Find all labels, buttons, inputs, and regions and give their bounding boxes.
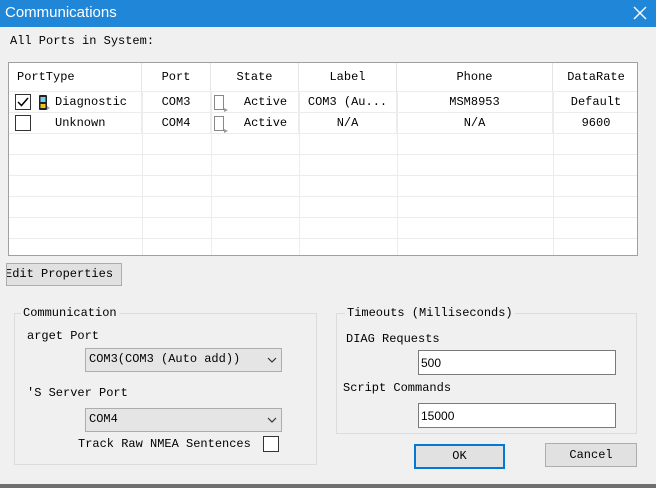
track-nmea-checkbox[interactable] [263,436,279,452]
cell-datarate: 9600 [581,116,611,130]
server-port-value: COM4 [89,412,118,426]
empty-row [9,154,637,175]
col-port-header[interactable]: Port [142,63,211,91]
target-port-value: COM3(COM3 (Auto add)) [89,352,241,366]
server-port-label: 'S Server Port [27,386,128,400]
table-row[interactable]: Unknown COM4 Active N/A N/A 9600 [9,112,637,134]
cell-datarate: Default [570,95,622,109]
cell-label: COM3 (Au... [299,92,397,113]
cell-phone: MSM8953 [397,92,553,113]
timeouts-legend: Timeouts (Milliseconds) [345,306,515,320]
grid-line [211,91,212,255]
checkmark-icon [17,97,29,107]
grid-line [142,91,143,255]
edit-properties-button[interactable]: Edit Properties [6,263,122,286]
cell-porttype: Diagnostic [55,92,142,113]
state-icon [214,95,228,112]
cancel-button[interactable]: Cancel [545,443,637,467]
track-nmea-label: Track Raw NMEA Sentences [78,437,251,451]
communications-dialog: Communications All Ports in System: Port… [0,0,656,484]
title-bar[interactable]: Communications [0,0,656,27]
diag-requests-label: DIAG Requests [346,332,440,346]
cell-porttype: Unknown [55,113,142,134]
target-port-select[interactable]: COM3(COM3 (Auto add)) [85,348,282,372]
ports-label: All Ports in System: [10,34,155,48]
communication-legend: Communication [21,306,119,320]
col-datarate-header[interactable]: DataRate [553,63,637,91]
row-checkbox-checked[interactable] [15,94,31,110]
script-commands-input[interactable]: 15000 [418,403,616,428]
empty-row [9,175,637,196]
empty-row [9,133,637,154]
ok-button[interactable]: OK [414,444,505,469]
close-icon[interactable] [630,3,650,23]
target-port-label: arget Port [27,329,100,343]
window-title: Communications [5,4,117,21]
phone-icon [39,95,50,110]
col-state-header[interactable]: State [211,63,299,91]
chevron-down-icon [267,357,277,363]
ports-table[interactable]: PortType Port State Label Phone DataRate… [8,62,638,256]
cell-phone: N/A [397,113,553,134]
empty-row [9,196,637,217]
table-row[interactable]: Diagnostic COM3 Active COM3 (Au... MSM89… [9,91,637,113]
script-commands-label: Script Commands [343,381,452,395]
row-checkbox[interactable] [15,115,31,131]
table-header: PortType Port State Label Phone DataRate [9,63,637,91]
cell-label: N/A [299,113,397,134]
grid-line [299,91,300,255]
col-porttype-header[interactable]: PortType [9,63,142,91]
state-icon [214,116,228,133]
empty-row [9,217,637,238]
cell-port: COM3 [142,92,211,113]
diag-requests-input[interactable]: 500 [418,350,616,375]
chevron-down-icon [267,417,277,423]
grid-line [553,91,554,255]
col-phone-header[interactable]: Phone [397,63,553,91]
server-port-select[interactable]: COM4 [85,408,282,432]
cell-port: COM4 [142,113,211,134]
col-label-header[interactable]: Label [299,63,397,91]
empty-row [9,238,637,255]
grid-line [397,91,398,255]
